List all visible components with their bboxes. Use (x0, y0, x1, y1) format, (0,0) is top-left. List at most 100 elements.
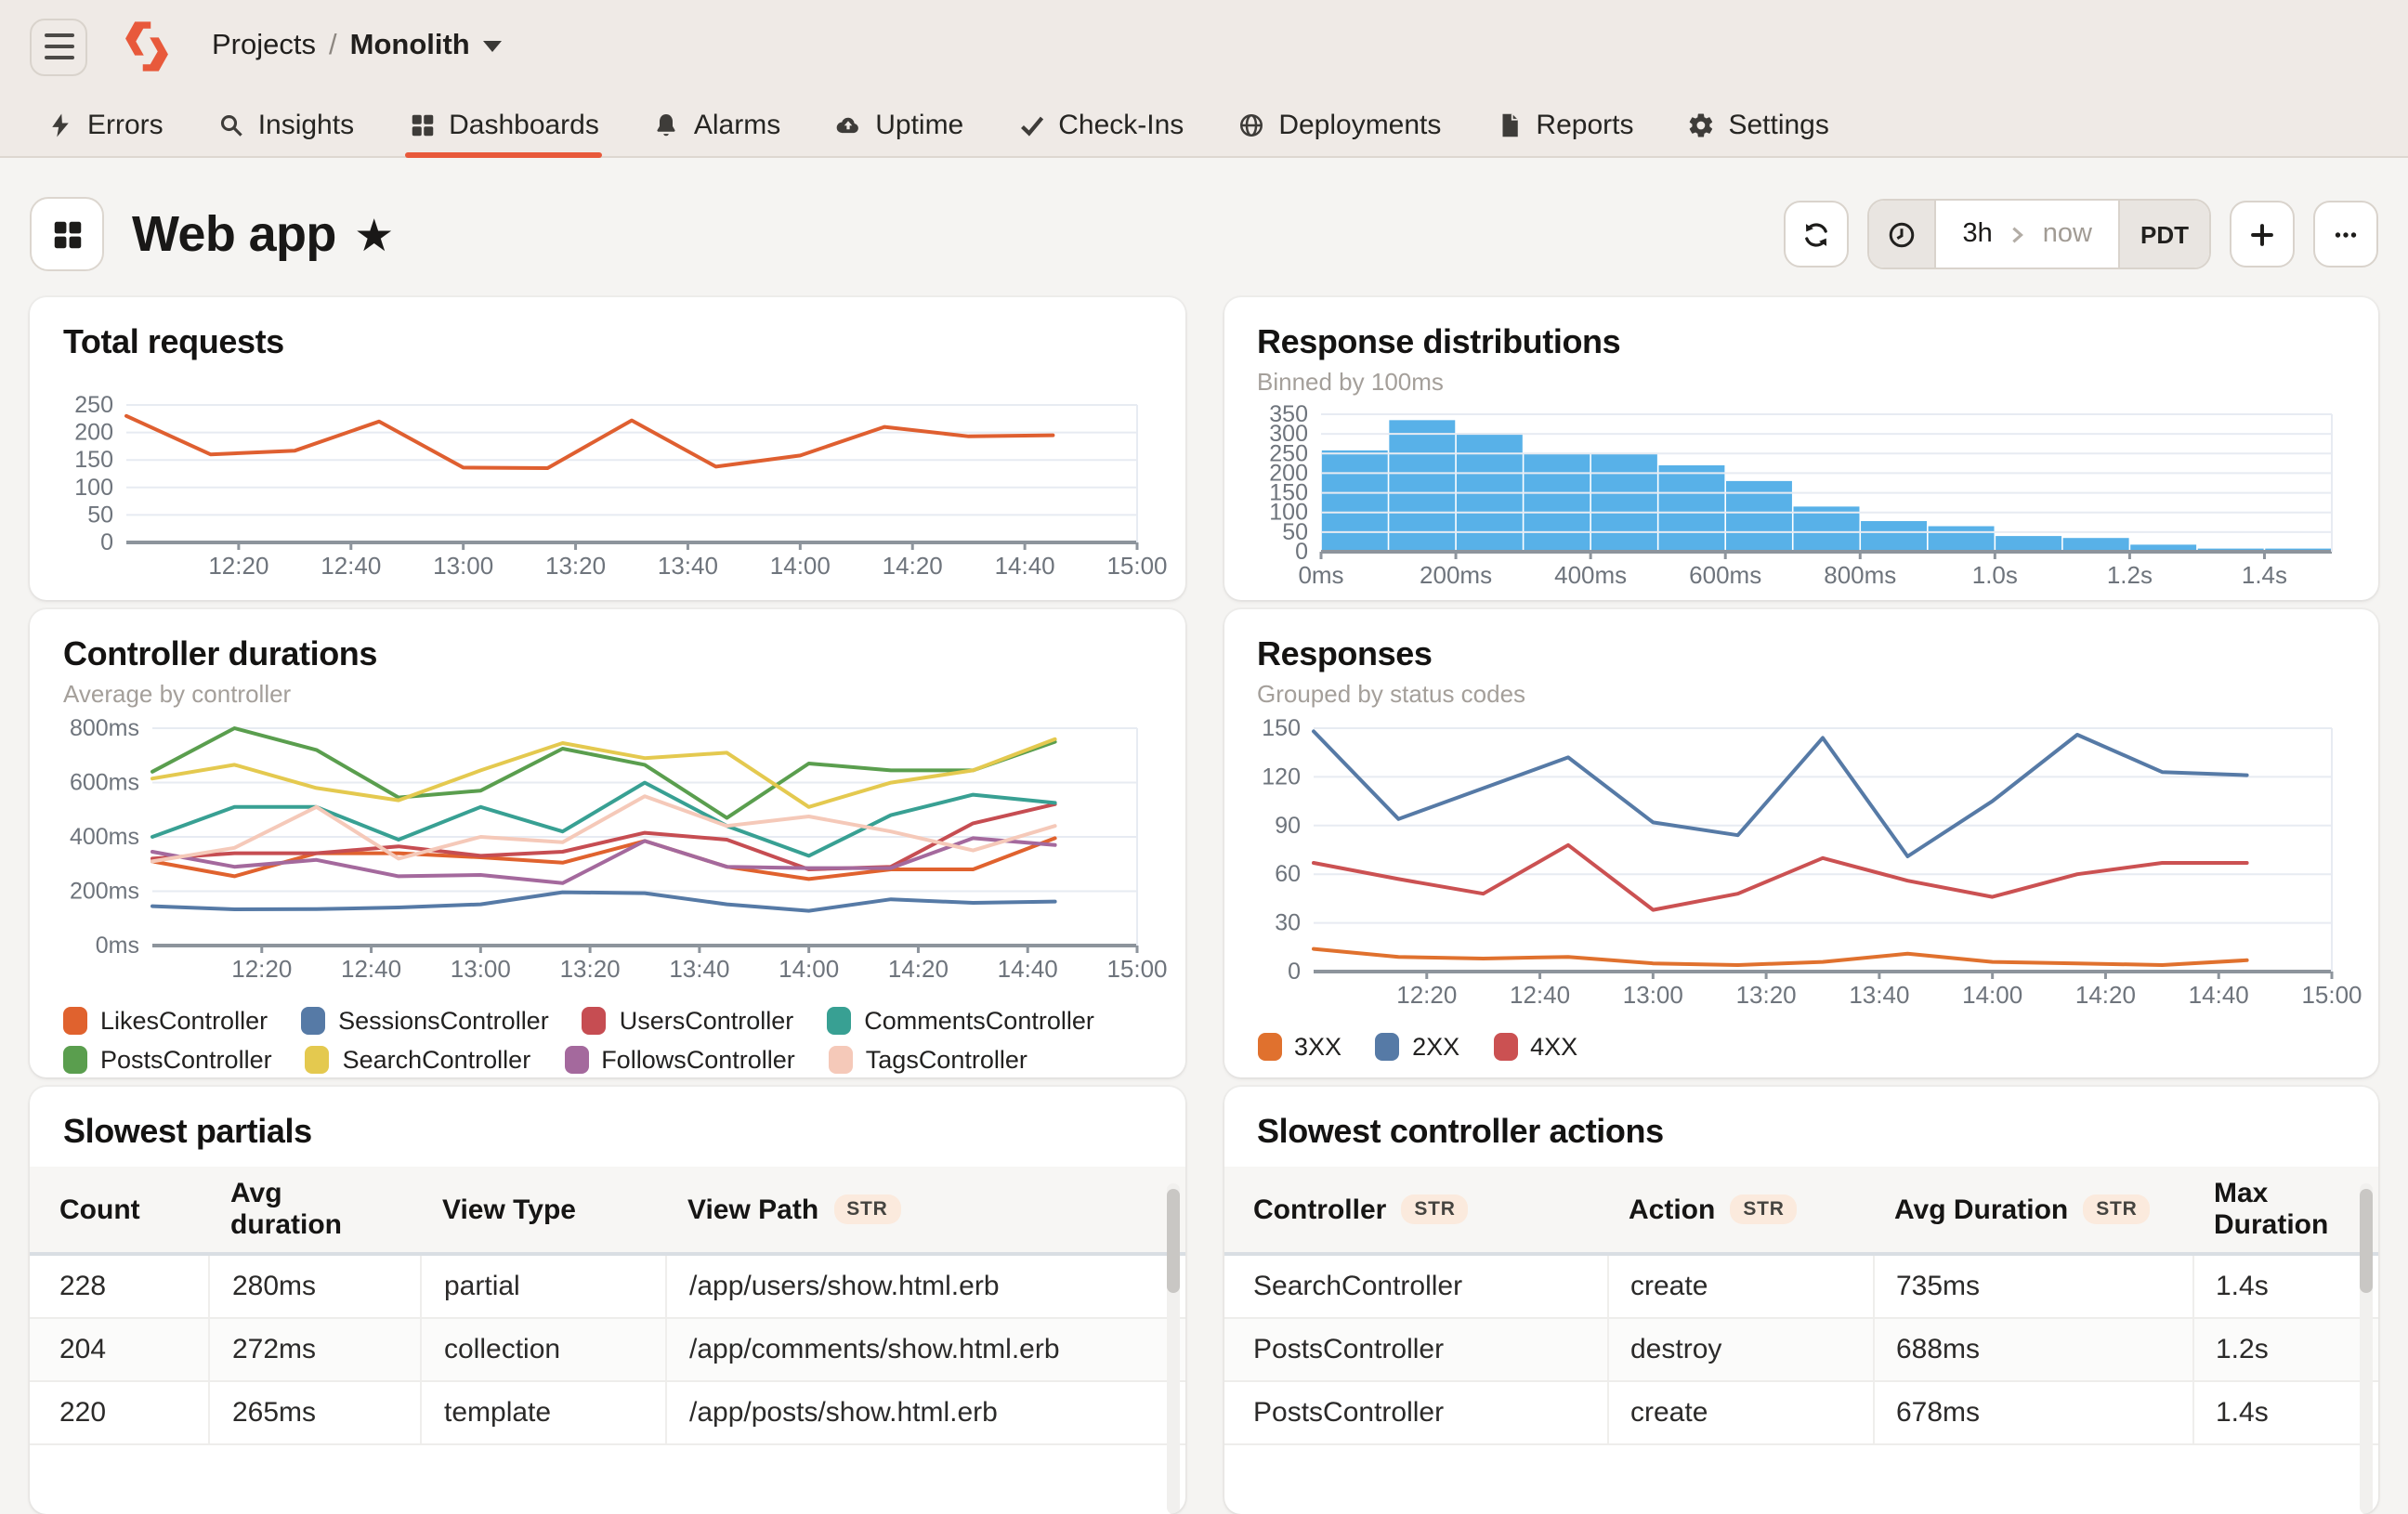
responses-legend: 3XX 2XX 4XX (1224, 1020, 2378, 1061)
table-scrollbar-thumb[interactable] (1166, 1189, 1179, 1293)
table-row[interactable]: PostsControllerdestroy688ms1.2s (1224, 1319, 2378, 1382)
dashboard-name: Web app (132, 205, 336, 263)
legend-item-3XX[interactable]: 3XX (1257, 1033, 1341, 1061)
nav-tab-dashboards[interactable]: Dashboards (408, 93, 599, 156)
card-title: Controller durations (63, 635, 1151, 674)
nav-tab-label: Reports (1536, 109, 1633, 140)
table-header-row: ControllerSTRActionSTRAvg DurationSTRMax… (1224, 1167, 2378, 1256)
svg-text:13:40: 13:40 (1848, 981, 1908, 1009)
svg-text:14:00: 14:00 (770, 552, 831, 580)
legend-item-FollowsController[interactable]: FollowsController (564, 1046, 795, 1074)
responses-chart[interactable]: 030609012015012:2012:4013:0013:2013:4014… (1257, 715, 2346, 1020)
svg-text:13:20: 13:20 (1735, 981, 1796, 1009)
favorite-star-icon[interactable]: ★ (357, 213, 391, 259)
refresh-button[interactable] (1785, 201, 1850, 268)
table-cell: create (1606, 1382, 1872, 1443)
column-header[interactable]: Avg duration (208, 1167, 420, 1252)
table-row[interactable]: 204272mscollection/app/comments/show.htm… (30, 1319, 1184, 1382)
column-header[interactable]: View Type (420, 1167, 665, 1252)
table-scrollbar-track (2360, 1183, 2373, 1514)
nav-tab-alarms[interactable]: Alarms (653, 93, 780, 156)
svg-text:0: 0 (100, 529, 113, 555)
timezone-button[interactable]: PDT (2118, 201, 2209, 268)
legend-item-LikesController[interactable]: LikesController (63, 1007, 268, 1035)
menu-button[interactable] (30, 18, 87, 75)
svg-text:150: 150 (74, 447, 113, 473)
table-cell: destroy (1606, 1319, 1872, 1380)
column-header[interactable]: View PathSTR (665, 1167, 1184, 1252)
column-header-label: Count (59, 1194, 140, 1225)
time-range-picker[interactable]: 3h now PDT (1868, 199, 2212, 269)
legend-item-PostsController[interactable]: PostsController (63, 1046, 272, 1074)
column-header[interactable]: ControllerSTR (1224, 1167, 1606, 1252)
response-distributions-chart[interactable]: 0501001502002503003500ms200ms400ms600ms8… (1257, 399, 2346, 596)
card-controller-durations: Controller durations Average by controll… (30, 609, 1184, 1077)
column-header[interactable]: Avg DurationSTR (1872, 1167, 2192, 1252)
globe-icon (1237, 111, 1265, 138)
breadcrumb-projects[interactable]: Projects (212, 30, 316, 63)
svg-text:1.0s: 1.0s (1971, 561, 2017, 589)
legend-label: PostsController (100, 1046, 272, 1074)
svg-text:14:20: 14:20 (2074, 981, 2135, 1009)
legend-item-SessionsController[interactable]: SessionsController (301, 1007, 549, 1035)
table-row[interactable]: PostsControllercreate678ms1.4s (1224, 1382, 2378, 1445)
card-subtitle: Binned by 100ms (1257, 368, 2345, 396)
table-cell: PostsController (1224, 1319, 1606, 1380)
refresh-icon (1801, 218, 1833, 250)
table-row[interactable]: SearchControllercreate735ms1.4s (1224, 1256, 2378, 1319)
card-responses: Responses Grouped by status codes 030609… (1224, 609, 2378, 1077)
nav-tab-uptime[interactable]: Uptime (834, 93, 963, 156)
nav-tab-settings[interactable]: Settings (1687, 93, 1828, 156)
controller-durations-chart[interactable]: 0ms200ms400ms600ms800ms12:2012:4013:0013… (63, 715, 1152, 994)
svg-text:14:40: 14:40 (2188, 981, 2248, 1009)
svg-text:600ms: 600ms (1688, 561, 1760, 589)
column-header[interactable]: Count (30, 1167, 208, 1252)
table-row[interactable]: 228280mspartial/app/users/show.html.erb (30, 1256, 1184, 1319)
svg-text:13:20: 13:20 (560, 955, 621, 983)
table-row[interactable]: 220265mstemplate/app/posts/show.html.erb (30, 1382, 1184, 1445)
nav-tab-errors[interactable]: Errors (46, 93, 164, 156)
legend-item-4XX[interactable]: 4XX (1493, 1033, 1577, 1061)
svg-text:15:00: 15:00 (2300, 981, 2361, 1009)
legend-swatch (63, 1046, 87, 1074)
table-scrollbar-track (1166, 1183, 1179, 1514)
legend-item-CommentsController[interactable]: CommentsController (827, 1007, 1094, 1035)
breadcrumb-project-selector[interactable]: Monolith (350, 30, 502, 63)
legend-item-TagsController[interactable]: TagsController (829, 1046, 1027, 1074)
appsignal-logo-icon[interactable] (117, 17, 177, 76)
nav-tab-reports[interactable]: Reports (1495, 93, 1633, 156)
svg-text:14:20: 14:20 (883, 552, 943, 580)
total-requests-chart[interactable]: 05010015020025012:2012:4013:0013:2013:40… (63, 390, 1152, 587)
nav-tab-deployments[interactable]: Deployments (1237, 93, 1441, 156)
chevron-right-icon (2008, 224, 2028, 244)
nav-tab-label: Deployments (1278, 109, 1441, 140)
add-panel-button[interactable] (2230, 201, 2295, 268)
nav-tab-insights[interactable]: Insights (217, 93, 354, 156)
column-header[interactable]: ActionSTR (1606, 1167, 1872, 1252)
bell-icon (653, 111, 681, 138)
primary-nav: Errors Insights Dashboards Alarms Uptime Chec… (0, 93, 2408, 158)
column-header-label: Avg duration (230, 1178, 398, 1241)
table-cell: 688ms (1872, 1319, 2192, 1380)
nav-tab-check-ins[interactable]: Check-Ins (1017, 93, 1184, 156)
dashboard-grid-button[interactable] (30, 197, 104, 271)
grid-icon (408, 111, 436, 138)
column-header[interactable]: Max Duration (2192, 1167, 2378, 1252)
table-cell: 1.4s (2192, 1256, 2378, 1317)
legend-label: FollowsController (601, 1046, 795, 1074)
table-cell: 735ms (1872, 1256, 2192, 1317)
table-scrollbar-thumb[interactable] (2360, 1189, 2373, 1293)
type-badge: STR (1401, 1195, 1468, 1224)
table-cell: /app/users/show.html.erb (665, 1256, 1184, 1317)
clock-segment[interactable] (1870, 201, 1937, 268)
column-header-label: View Type (442, 1194, 576, 1225)
legend-item-2XX[interactable]: 2XX (1375, 1033, 1459, 1061)
check-icon (1017, 111, 1045, 138)
legend-item-UsersController[interactable]: UsersController (582, 1007, 794, 1035)
legend-item-SearchController[interactable]: SearchController (306, 1046, 531, 1074)
table-cell: partial (420, 1256, 665, 1317)
more-options-button[interactable] (2313, 201, 2378, 268)
time-range-display[interactable]: 3h now (1937, 201, 2119, 268)
legend-label: SessionsController (338, 1007, 549, 1035)
svg-text:14:20: 14:20 (888, 955, 949, 983)
